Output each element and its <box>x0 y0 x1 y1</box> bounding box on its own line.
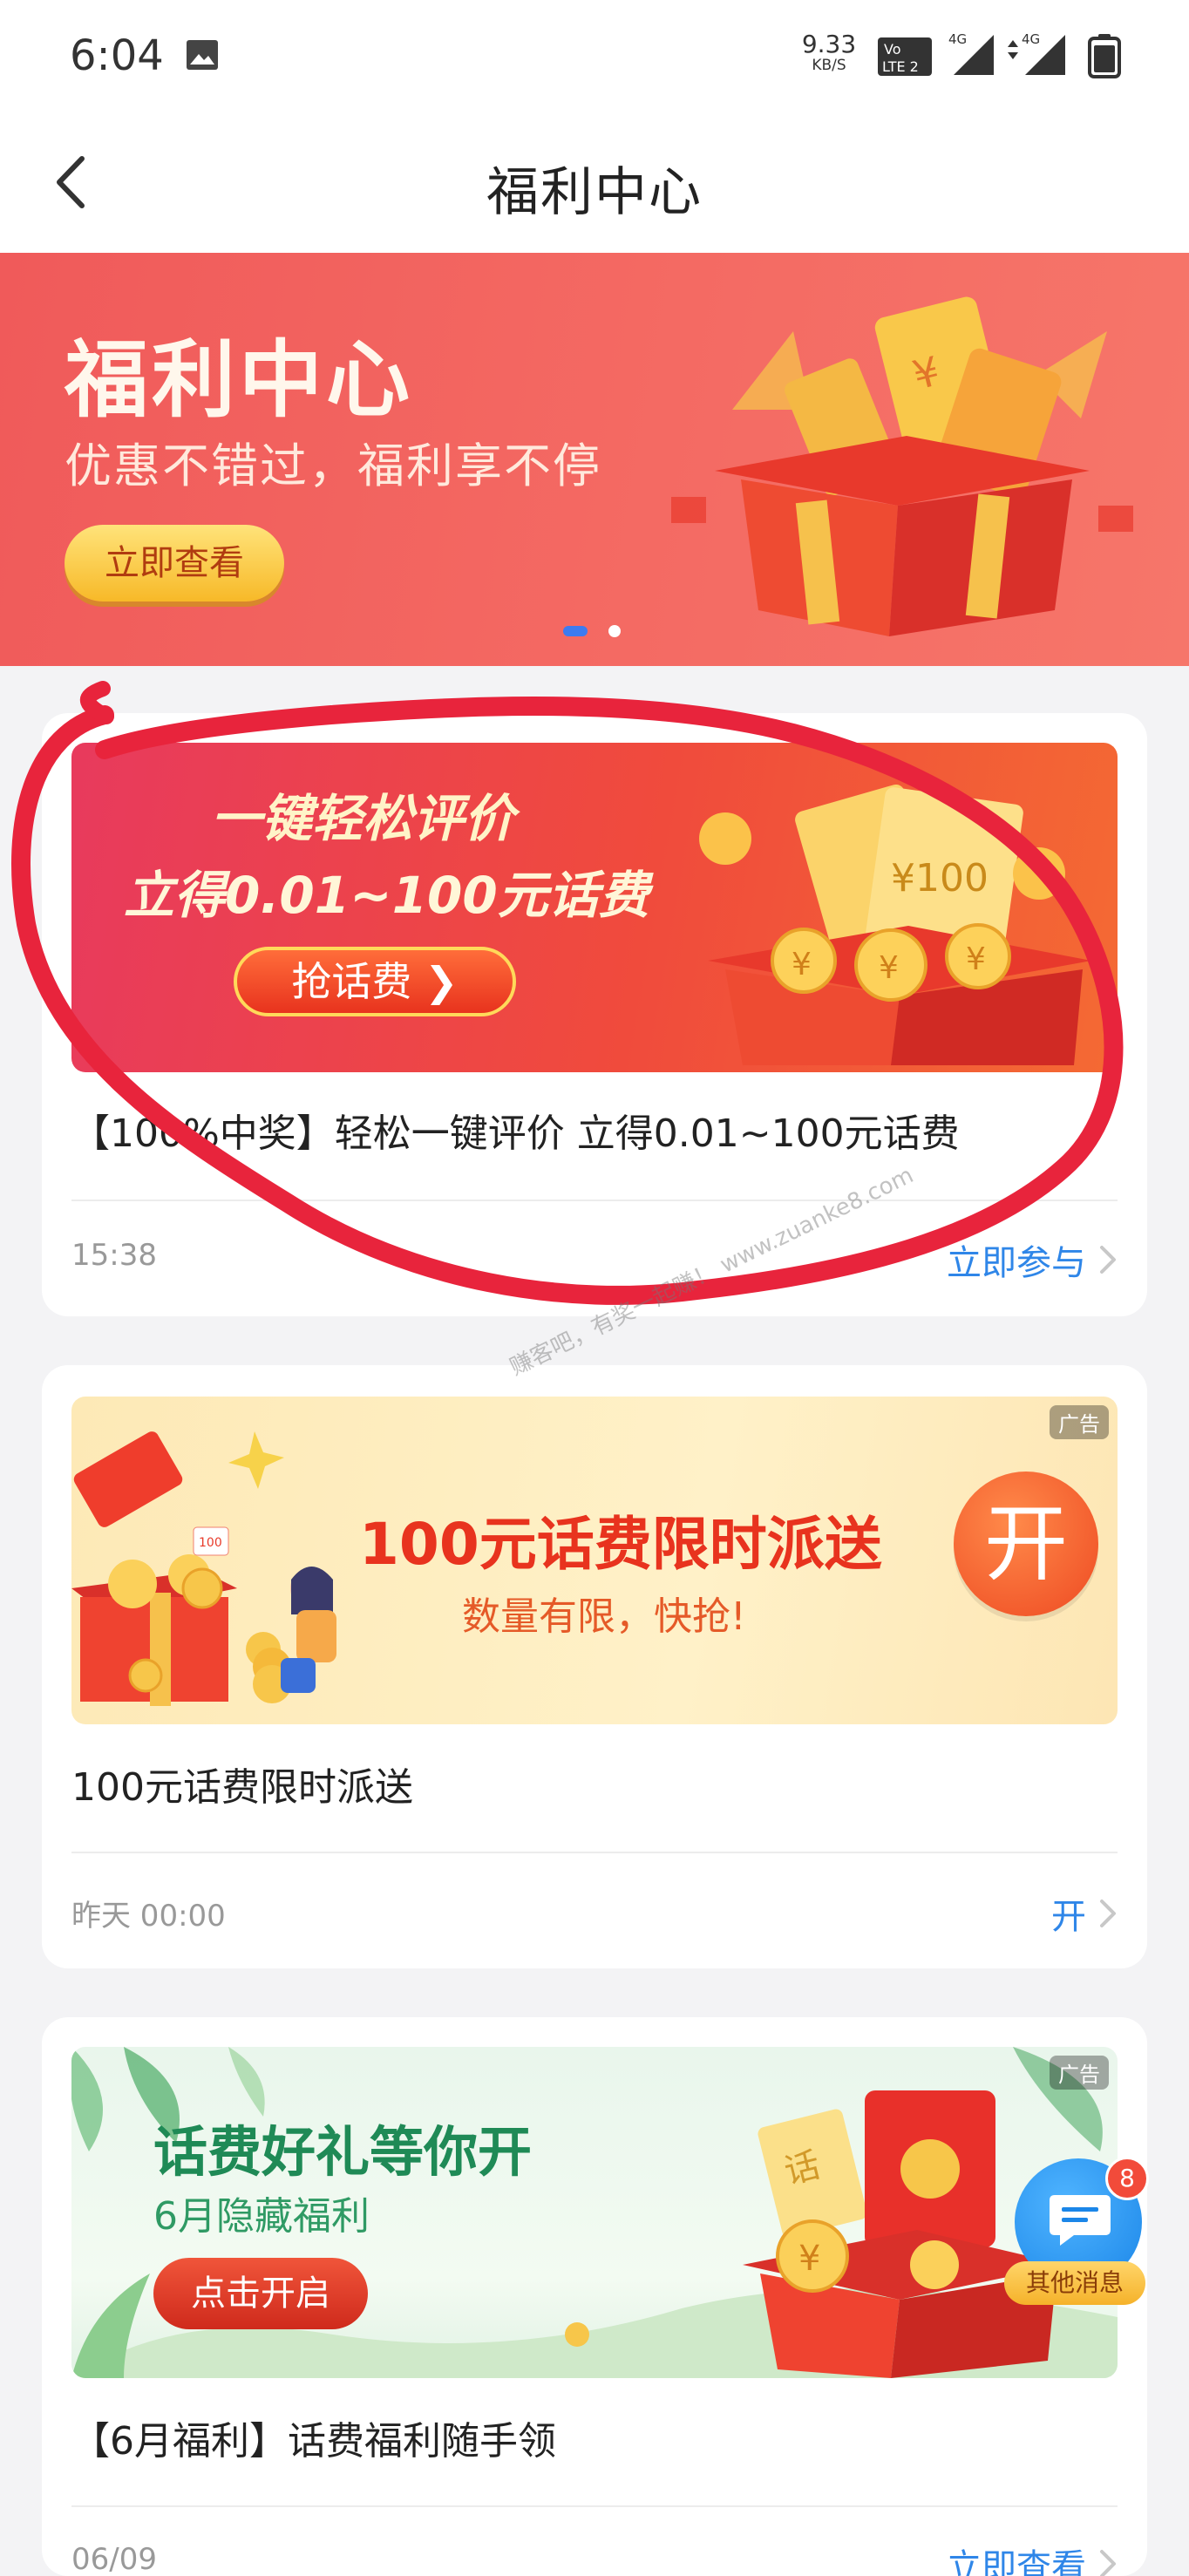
join-now-link[interactable]: 立即参与 <box>947 1234 1118 1285</box>
volte-icon: Vo LTE 2 <box>878 37 932 76</box>
chevron-right-icon <box>1100 1246 1116 1274</box>
signal-4g-icon: 4G <box>948 31 994 75</box>
woman-treasure-box-illustration: 100 <box>71 1431 336 1706</box>
other-messages-label: 其他消息 <box>1004 2261 1145 2305</box>
chevron-right-icon <box>1100 1900 1116 1927</box>
status-time: 6:04 <box>70 31 164 80</box>
divider <box>71 1852 1118 1853</box>
promo-subheadline: 立得0.01~100元话费 <box>124 866 649 925</box>
ad-badge: 广告 <box>1050 1405 1109 1439</box>
card-title[interactable]: 100元话费限时派送 <box>71 1756 413 1811</box>
unread-badge: 8 <box>1105 2157 1149 2200</box>
signal-4g-icon: 4G <box>1008 31 1065 75</box>
svg-text:¥: ¥ <box>792 947 812 982</box>
carousel-indicator <box>563 624 626 638</box>
promo-banner[interactable]: 广告 话费好礼等你开 6月隐藏福利 点击开启 话 ¥ <box>71 2047 1118 2378</box>
divider <box>71 2505 1118 2507</box>
chevron-right-icon <box>1100 2550 1116 2576</box>
promo-subheadline: 6月隐藏福利 <box>153 2194 370 2239</box>
welfare-card[interactable]: 一键轻松评价 立得0.01~100元话费 抢话费 ❯ ¥100 ¥ ¥ ¥ 【1… <box>42 713 1147 1316</box>
svg-text:4G: 4G <box>948 31 967 47</box>
hero-subtitle: 优惠不错过，福利享不停 <box>65 438 601 493</box>
battery-icon <box>1088 34 1121 78</box>
svg-text:100: 100 <box>199 1536 222 1550</box>
divider <box>71 1200 1118 1201</box>
promo-banner[interactable]: 广告 100 100元话费限时派送 数量有限，快抢! 开 <box>71 1397 1118 1724</box>
svg-text:LTE 2: LTE 2 <box>882 58 919 75</box>
svg-text:¥100: ¥100 <box>891 856 989 901</box>
welfare-card[interactable]: 广告 100 100元话费限时派送 数量有限，快抢! 开 100元话费限时派送 … <box>42 1365 1147 1968</box>
nav-bar: 福利中心 <box>0 113 1189 253</box>
action-label: 立即参与 <box>947 1243 1086 1283</box>
card-time: 昨天 00:00 <box>71 1899 226 1934</box>
network-speed: 9.33 KB/S <box>801 30 857 74</box>
grab-credit-button[interactable]: 抢话费 ❯ <box>234 947 516 1016</box>
svg-text:¥: ¥ <box>879 950 899 986</box>
card-time: 06/09 <box>71 2542 157 2576</box>
hero-title: 福利中心 <box>65 331 413 429</box>
carousel-dot-active <box>563 626 588 636</box>
action-label: 立即查看 <box>947 2547 1086 2576</box>
other-messages-button[interactable]: 8 其他消息 <box>1004 2157 1149 2307</box>
promo-banner[interactable]: 一键轻松评价 立得0.01~100元话费 抢话费 ❯ ¥100 ¥ ¥ ¥ <box>71 743 1118 1072</box>
promo-headline: 话费好礼等你开 <box>153 2120 533 2184</box>
open-button[interactable]: 开 <box>954 1472 1098 1616</box>
promo-subheadline: 数量有限，快抢! <box>462 1594 746 1639</box>
card-time: 15:38 <box>71 1238 157 1273</box>
hero-banner[interactable]: 福利中心 优惠不错过，福利享不停 立即查看 ¥ <box>0 253 1189 666</box>
promo-headline: 一键轻松评价 <box>211 789 515 848</box>
svg-text:¥: ¥ <box>966 941 986 977</box>
gift-box-illustration: ¥ <box>671 296 1133 636</box>
action-label: 开 <box>1051 1897 1086 1937</box>
card-title[interactable]: 【6月福利】话费福利随手领 <box>71 2409 556 2465</box>
status-bar: 6:04 9.33 KB/S Vo LTE 2 4G 4G <box>0 0 1189 113</box>
svg-text:4G: 4G <box>1022 31 1040 47</box>
view-now-link[interactable]: 立即查看 <box>947 2539 1118 2576</box>
page-title: 福利中心 <box>486 162 703 223</box>
promo-headline: 100元话费限时派送 <box>359 1511 882 1578</box>
coin-gift-box-illustration: ¥100 ¥ ¥ ¥ <box>699 784 1091 1065</box>
welfare-card[interactable]: 广告 话费好礼等你开 6月隐藏福利 点击开启 话 ¥ 【6月福利】话费福利随手领… <box>42 2017 1147 2576</box>
hero-view-button[interactable]: 立即查看 <box>65 525 284 602</box>
svg-text:¥: ¥ <box>798 2239 820 2279</box>
svg-text:Vo: Vo <box>884 41 901 58</box>
card-title[interactable]: 【100%中奖】轻松一键评价 立得0.01~100元话费 <box>71 1102 960 1158</box>
open-link[interactable]: 开 <box>1051 1888 1118 1939</box>
chat-icon <box>1050 2195 1111 2246</box>
click-open-button[interactable]: 点击开启 <box>153 2258 368 2329</box>
gallery-icon <box>187 40 218 70</box>
carousel-dot <box>608 625 621 637</box>
